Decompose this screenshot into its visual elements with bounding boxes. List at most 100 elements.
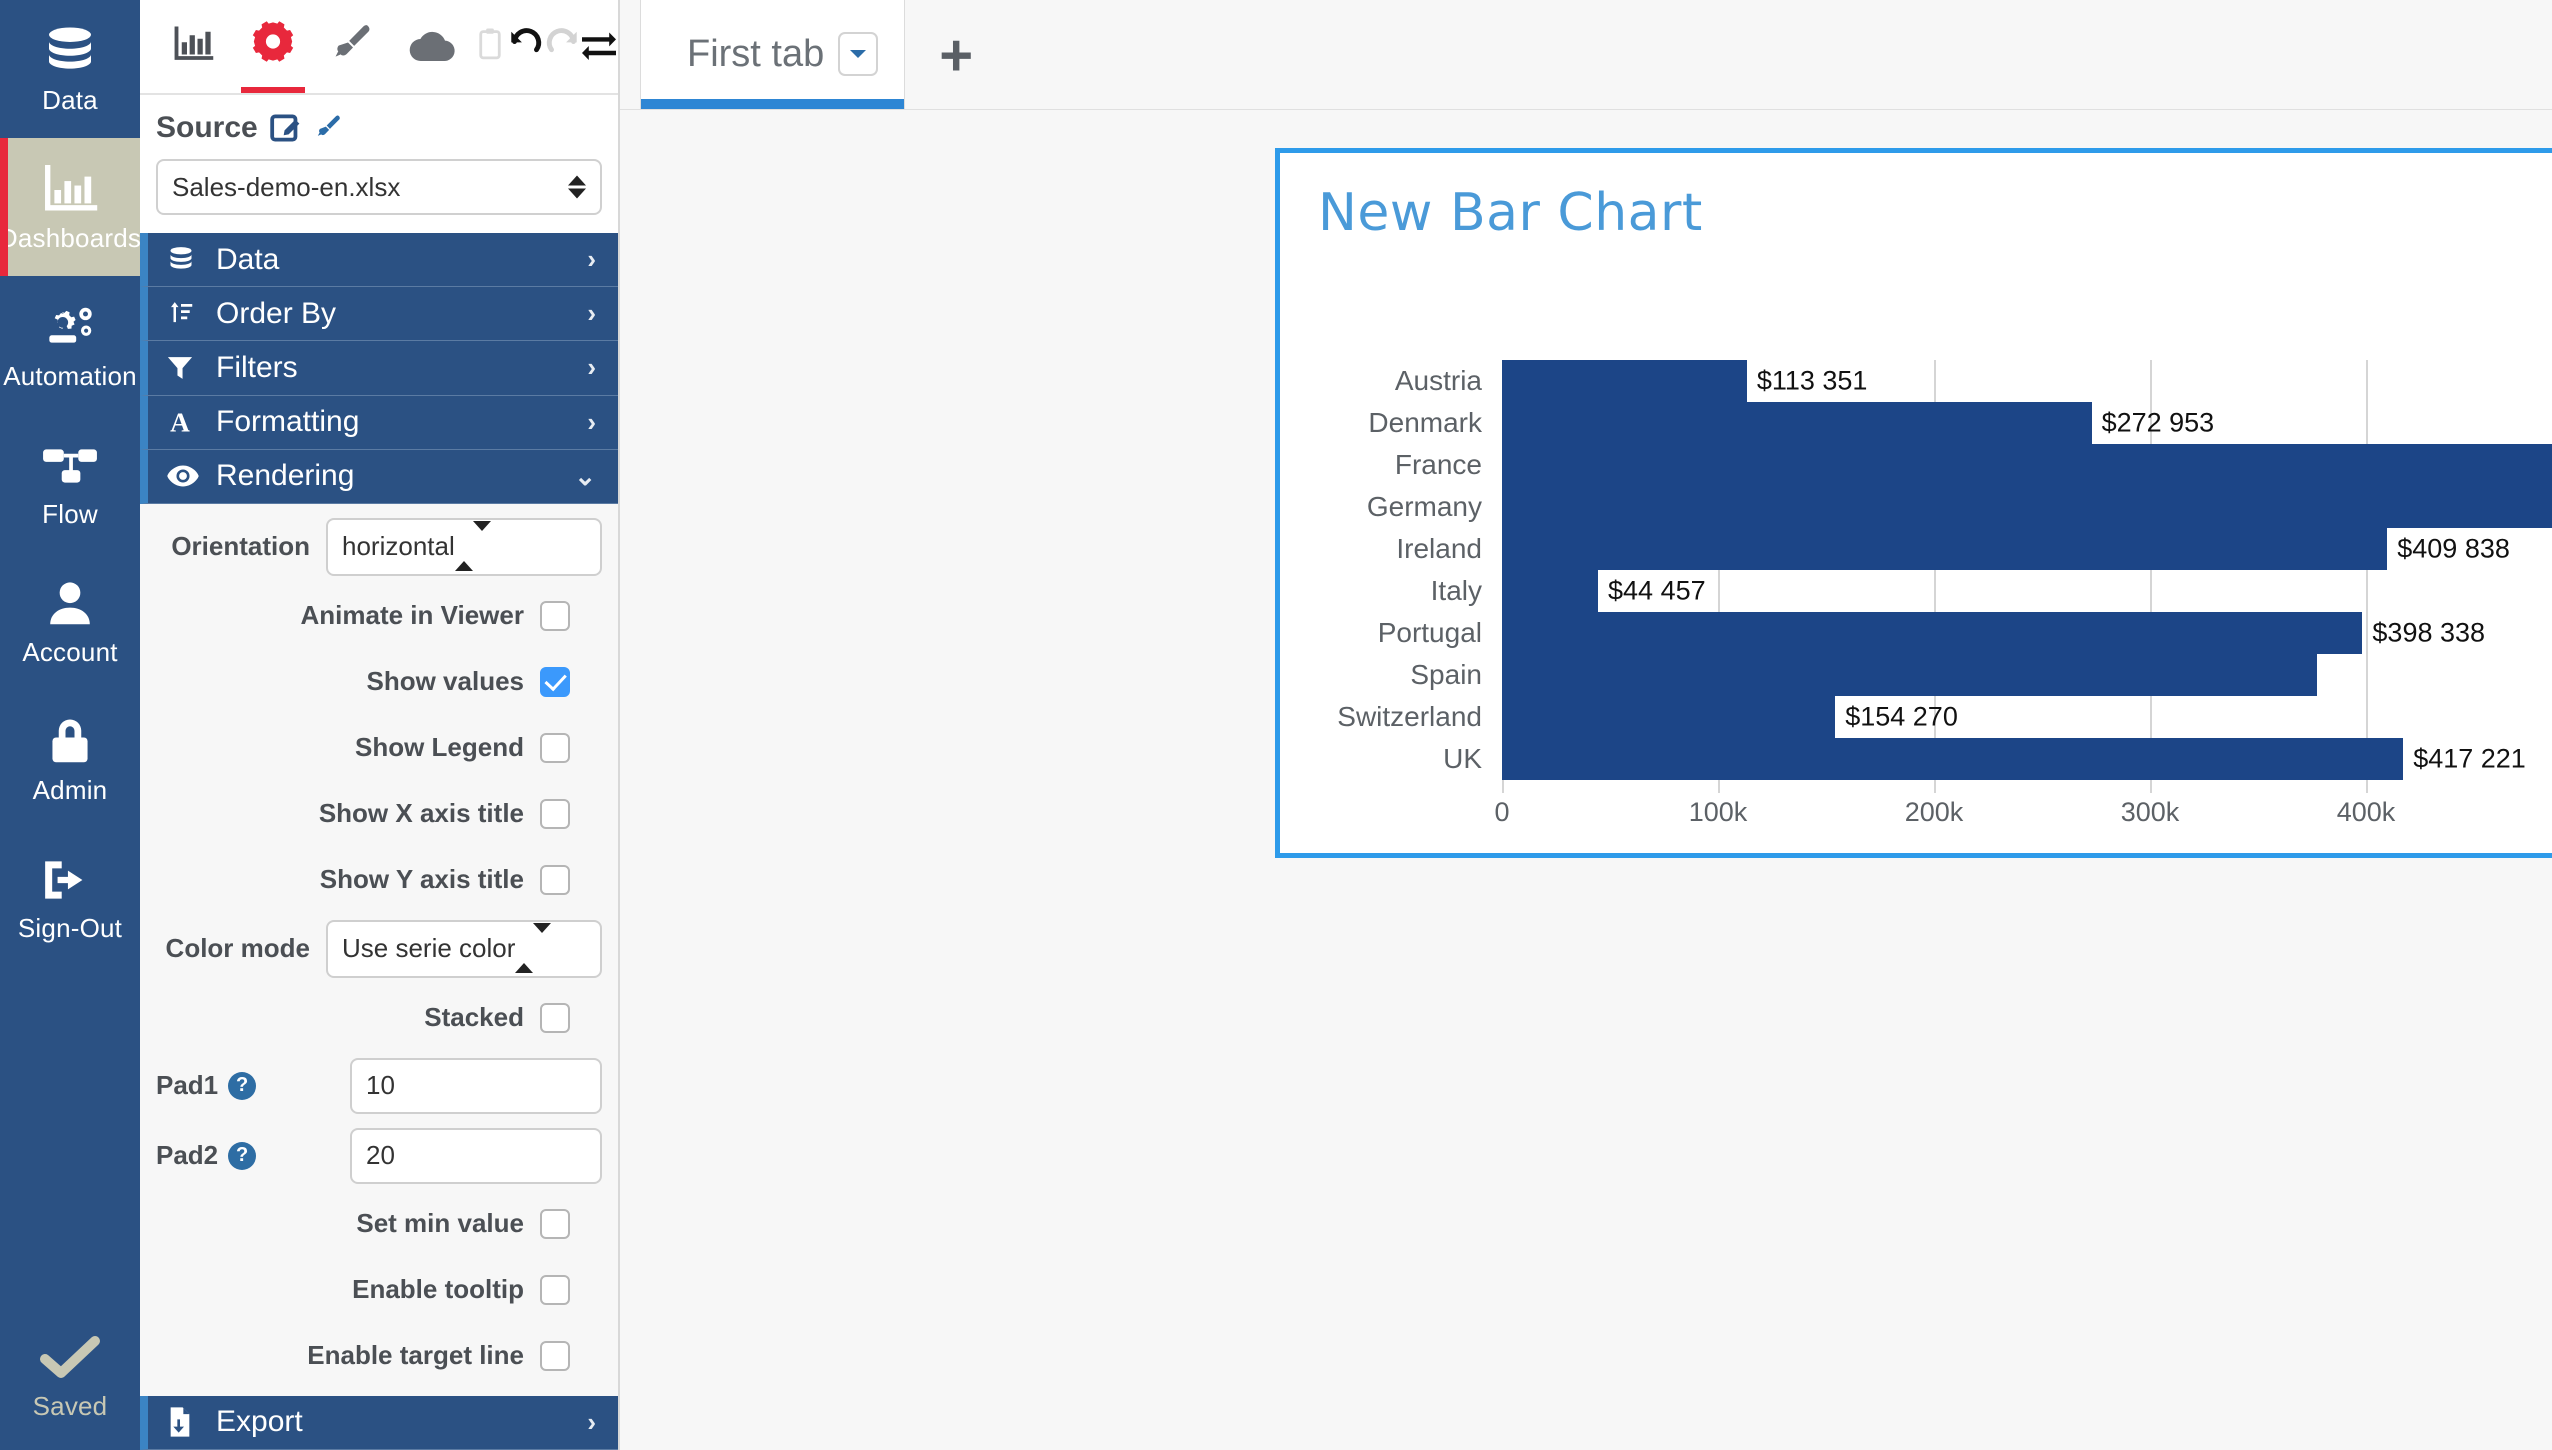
pad1-value: 10 bbox=[366, 1070, 395, 1101]
x-axis-tick-label: 300k bbox=[2120, 797, 2180, 827]
stacked-checkbox[interactable] bbox=[540, 1002, 570, 1033]
bar[interactable] bbox=[1502, 738, 2404, 780]
sidebar-item-data[interactable]: Data bbox=[0, 0, 140, 138]
bar[interactable] bbox=[1502, 402, 2092, 444]
source-select[interactable]: Sales-demo-en.xlsx bbox=[156, 159, 602, 215]
bar-row[interactable]: Italy $44 457 bbox=[1431, 570, 2552, 612]
chevron-right-icon: › bbox=[587, 244, 596, 275]
section-label: Export bbox=[216, 1405, 303, 1439]
enable-tooltip-checkbox[interactable] bbox=[540, 1274, 570, 1305]
section-export[interactable]: Export › bbox=[140, 1395, 618, 1450]
show-values-checkbox[interactable] bbox=[540, 666, 570, 697]
category-label: Germany bbox=[1366, 491, 1482, 522]
sidebar-item-account[interactable]: Account bbox=[0, 552, 140, 690]
source-row: Source bbox=[156, 111, 602, 145]
color-mode-select[interactable]: Use serie color bbox=[326, 919, 602, 978]
tab-first-tab[interactable]: First tab bbox=[640, 0, 906, 109]
bar[interactable] bbox=[1502, 360, 1747, 402]
flow-icon bbox=[41, 437, 99, 495]
bar-value-label: $154 270 bbox=[1845, 701, 1958, 732]
enable-tooltip-label: Enable tooltip bbox=[352, 1274, 524, 1305]
bar[interactable] bbox=[1502, 654, 2318, 696]
bar-row[interactable]: Portugal $398 338 bbox=[1378, 612, 2552, 654]
bar-row[interactable]: France$631 923 bbox=[1395, 444, 2552, 486]
section-data[interactable]: Data › bbox=[140, 233, 618, 288]
cloud-tool-button[interactable] bbox=[392, 1, 471, 93]
bar-row[interactable]: UK $417 221 bbox=[1443, 738, 2552, 780]
paintbrush-icon[interactable] bbox=[314, 113, 344, 143]
sidebar-item-automation[interactable]: Automation bbox=[0, 276, 140, 414]
enable-target-line-checkbox[interactable] bbox=[540, 1340, 570, 1371]
orientation-select[interactable]: horizontal bbox=[326, 517, 602, 576]
bar-row[interactable]: Austria $113 351 bbox=[1395, 360, 2552, 402]
sidebar-item-flow[interactable]: Flow bbox=[0, 414, 140, 552]
add-tab-button[interactable]: + bbox=[939, 27, 973, 109]
redo-tool-button[interactable] bbox=[544, 1, 580, 93]
help-icon[interactable]: ? bbox=[228, 1141, 257, 1170]
settings-tool-button[interactable] bbox=[233, 1, 312, 93]
bar[interactable] bbox=[1502, 486, 2552, 528]
category-label: UK bbox=[1443, 743, 1482, 774]
chevron-down-icon: ⌄ bbox=[574, 460, 596, 491]
redo-icon bbox=[544, 26, 580, 67]
category-label: Italy bbox=[1430, 575, 1482, 606]
section-formatting[interactable]: A Formatting › bbox=[140, 395, 618, 450]
bar-chart-icon bbox=[171, 23, 217, 70]
chart-card[interactable]: New Bar Chart 0100k200k300k400k500k600k7… bbox=[1275, 148, 2552, 858]
pad2-input[interactable]: 20 bbox=[350, 1127, 602, 1184]
style-tool-button[interactable] bbox=[313, 1, 392, 93]
orientation-label: Orientation bbox=[171, 531, 310, 562]
section-filters[interactable]: Filters › bbox=[140, 341, 618, 396]
spinner-arrows-icon bbox=[515, 923, 552, 974]
swap-tool-button[interactable] bbox=[580, 1, 618, 93]
undo-tool-button[interactable] bbox=[508, 1, 544, 93]
orientation-row: Orientation horizontal bbox=[156, 517, 602, 576]
bar[interactable] bbox=[1502, 444, 2552, 486]
bar[interactable] bbox=[1502, 528, 2388, 570]
show-y-axis-title-row: Show Y axis title bbox=[156, 854, 602, 906]
tab-bar: First tab + bbox=[620, 0, 2552, 110]
sidebar-item-sign-out[interactable]: Sign-Out bbox=[0, 828, 140, 966]
sidebar-item-label: Account bbox=[22, 636, 118, 667]
pad1-input[interactable]: 10 bbox=[350, 1057, 602, 1114]
x-axis-tick-label: 0 bbox=[1494, 797, 1510, 827]
show-y-axis-title-checkbox[interactable] bbox=[540, 864, 570, 895]
sidebar-item-label: Data bbox=[42, 84, 98, 115]
bar-value-label: $113 351 bbox=[1756, 365, 1868, 396]
undo-icon bbox=[508, 26, 544, 67]
source-select-value: Sales-demo-en.xlsx bbox=[172, 171, 401, 202]
bar[interactable] bbox=[1502, 696, 1836, 738]
animate-in-viewer-checkbox[interactable] bbox=[540, 600, 570, 631]
sidebar-item-label: Flow bbox=[42, 498, 98, 529]
sort-icon bbox=[166, 299, 210, 329]
chart-tool-button[interactable] bbox=[154, 1, 233, 93]
tab-label: First tab bbox=[687, 32, 825, 75]
bar-value-label: $417 221 bbox=[2413, 743, 2526, 774]
funnel-icon bbox=[166, 354, 210, 382]
sidebar-item-admin[interactable]: Admin bbox=[0, 690, 140, 828]
section-order-by[interactable]: Order By › bbox=[140, 287, 618, 342]
show-x-axis-title-checkbox[interactable] bbox=[540, 798, 570, 829]
bar-row[interactable]: Ireland $409 838 bbox=[1396, 528, 2552, 570]
edit-square-icon[interactable] bbox=[270, 112, 302, 144]
app-root: Data Dashboards Automation Flow Account … bbox=[0, 0, 2552, 1450]
bar-row[interactable]: Spain bbox=[1410, 654, 2552, 696]
show-x-axis-title-row: Show X axis title bbox=[156, 788, 602, 840]
help-icon[interactable]: ? bbox=[228, 1071, 257, 1100]
clipboard-tool-button[interactable] bbox=[472, 1, 508, 93]
show-legend-row: Show Legend bbox=[156, 722, 602, 774]
color-mode-value: Use serie color bbox=[342, 933, 516, 964]
set-min-value-checkbox[interactable] bbox=[540, 1208, 570, 1239]
bar-row[interactable]: Germany$549 810 bbox=[1367, 486, 2552, 528]
bar[interactable] bbox=[1502, 612, 2363, 654]
bar[interactable] bbox=[1502, 570, 1599, 612]
section-rendering[interactable]: Rendering ⌄ bbox=[140, 449, 618, 504]
chevron-down-icon[interactable] bbox=[838, 32, 879, 76]
sidebar-item-dashboards[interactable]: Dashboards bbox=[0, 138, 141, 276]
gear-icon bbox=[248, 19, 298, 74]
bar-row[interactable]: Denmark $272 953 bbox=[1368, 402, 2552, 444]
rendering-options: Orientation horizontal Animate in Viewer… bbox=[140, 503, 618, 1396]
show-legend-checkbox[interactable] bbox=[540, 732, 570, 763]
bar-value-label: $398 338 bbox=[2372, 617, 2486, 648]
bar-row[interactable]: Switzerland $154 270 bbox=[1337, 696, 2552, 738]
